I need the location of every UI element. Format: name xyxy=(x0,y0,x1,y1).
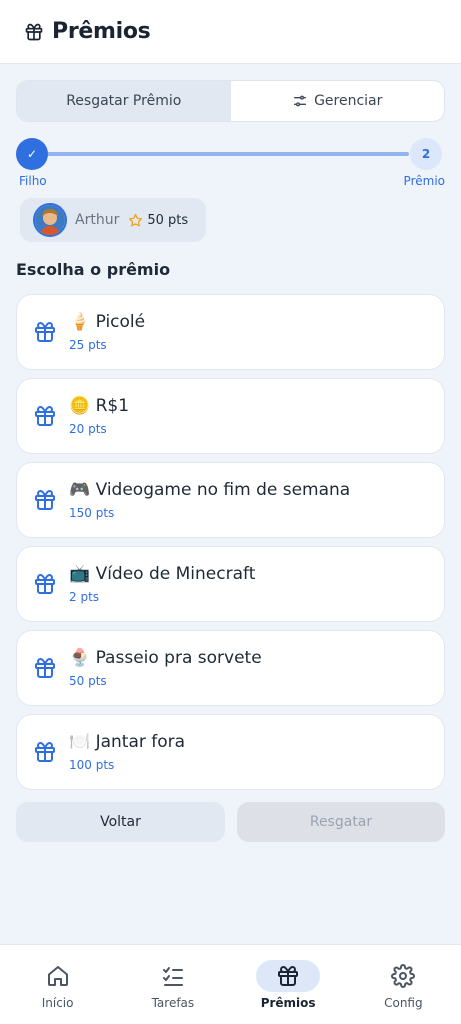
redeem-button[interactable]: Resgatar xyxy=(237,802,445,842)
star-icon xyxy=(128,213,143,228)
reward-title: 🍦 Picolé xyxy=(69,312,146,332)
reward-card[interactable]: 🪙 R$1 20 pts xyxy=(16,378,445,454)
nav-item-home[interactable]: Início xyxy=(0,945,115,1024)
nav-item-tasks[interactable]: Tarefas xyxy=(115,945,230,1024)
selected-child-chip: Arthur 50 pts xyxy=(20,198,206,242)
mode-tabs: Resgatar Prêmio Gerenciar xyxy=(16,80,445,122)
step-2-indicator: 2 xyxy=(410,138,442,170)
step-1-indicator: ✓ xyxy=(16,138,48,170)
gift-icon xyxy=(33,488,57,512)
reward-card[interactable]: 🍦 Picolé 25 pts xyxy=(16,294,445,370)
check-icon: ✓ xyxy=(26,147,38,161)
reward-points: 100 pts xyxy=(69,758,115,772)
gift-icon xyxy=(276,964,300,988)
reward-title: 🪙 R$1 xyxy=(69,396,130,416)
tab-redeem[interactable]: Resgatar Prêmio xyxy=(17,81,231,121)
reward-title: 🍨 Passeio pra sorvete xyxy=(69,648,262,668)
home-icon xyxy=(46,964,70,988)
child-points: 50 pts xyxy=(147,212,189,228)
reward-points: 50 pts xyxy=(69,674,107,688)
step-2-label: Prêmio xyxy=(403,174,445,188)
reward-card[interactable]: 🍨 Passeio pra sorvete 50 pts xyxy=(16,630,445,706)
back-button[interactable]: Voltar xyxy=(16,802,225,842)
section-title: Escolha o prêmio xyxy=(16,260,171,279)
page-title: Prêmios xyxy=(52,19,151,44)
nav-label-home: Início xyxy=(41,996,74,1010)
reward-card[interactable]: 🍽️ Jantar fora 100 pts xyxy=(16,714,445,790)
nav-label-rewards: Prêmios xyxy=(260,996,316,1010)
gift-icon xyxy=(33,740,57,764)
app-header: Prêmios xyxy=(0,0,461,64)
reward-points: 25 pts xyxy=(69,338,107,352)
gift-icon xyxy=(33,656,57,680)
tab-redeem-label: Resgatar Prêmio xyxy=(66,93,182,109)
tab-manage[interactable]: Gerenciar xyxy=(231,81,445,121)
step-1-label: Filho xyxy=(19,174,47,188)
gift-icon xyxy=(33,320,57,344)
gift-icon xyxy=(24,22,44,42)
reward-title: 🎮 Videogame no fim de semana xyxy=(69,480,351,500)
reward-card[interactable]: 📺 Vídeo de Minecraft 2 pts xyxy=(16,546,445,622)
nav-item-settings[interactable]: Config xyxy=(346,945,461,1024)
sliders-icon xyxy=(292,93,308,109)
nav-label-tasks: Tarefas xyxy=(151,996,195,1010)
tab-manage-label: Gerenciar xyxy=(314,93,383,109)
stepper-line xyxy=(46,152,409,156)
gear-icon xyxy=(391,964,416,988)
reward-title: 📺 Vídeo de Minecraft xyxy=(69,564,256,584)
reward-points: 2 pts xyxy=(69,590,100,604)
reward-points: 20 pts xyxy=(69,422,107,436)
avatar xyxy=(33,203,67,237)
reward-title: 🍽️ Jantar fora xyxy=(69,732,186,752)
gift-icon xyxy=(33,404,57,428)
nav-label-settings: Config xyxy=(384,996,423,1010)
gift-icon xyxy=(33,572,57,596)
nav-item-rewards[interactable]: Prêmios xyxy=(231,945,346,1024)
reward-list: 🍦 Picolé 25 pts 🪙 R$1 20 pts 🎮 Videogame no … xyxy=(16,294,445,798)
child-name: Arthur xyxy=(75,212,120,228)
progress-stepper: ✓ 2 Filho Prêmio xyxy=(16,138,445,190)
step-2-number: 2 xyxy=(421,147,431,161)
reward-card[interactable]: 🎮 Videogame no fim de semana 150 pts xyxy=(16,462,445,538)
bottom-nav: Início Tarefas Prêmios Config xyxy=(0,944,461,1024)
checklist-icon xyxy=(161,964,185,988)
reward-points: 150 pts xyxy=(69,506,115,520)
